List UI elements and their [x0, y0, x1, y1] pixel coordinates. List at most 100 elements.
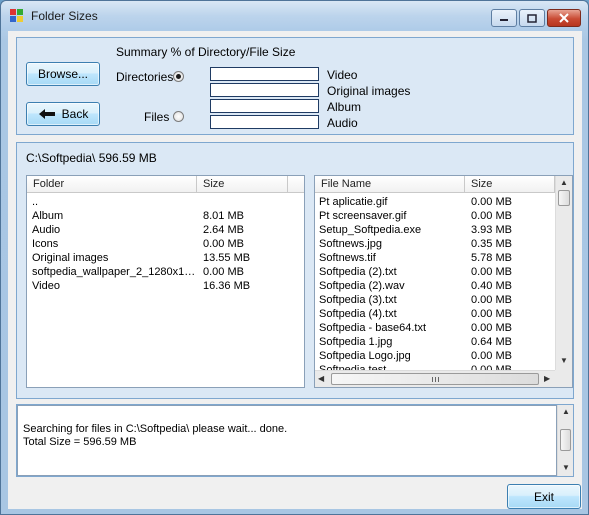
file-list-row[interactable]: Softpedia (4).txt 0.00 MB	[315, 308, 553, 322]
folder-size: 13.55 MB	[203, 252, 251, 264]
folder-size-column-header[interactable]: Size	[197, 176, 288, 193]
file-name: Pt screensaver.gif	[319, 210, 407, 222]
scroll-right-icon[interactable]: ▶	[544, 374, 550, 384]
scroll-left-icon[interactable]: ◀	[318, 374, 324, 384]
close-icon	[559, 13, 569, 23]
scroll-up-icon[interactable]: ▲	[560, 178, 568, 188]
log-textarea[interactable]: Searching for files in C:\Softpedia\ ple…	[17, 405, 557, 476]
folder-size: 0.00 MB	[203, 238, 244, 250]
app-window: Folder Sizes Browse... Back Summary % of…	[0, 0, 589, 515]
file-name-column-header[interactable]: File Name	[315, 176, 465, 193]
folder-name: Original images	[32, 252, 109, 264]
folder-list-row[interactable]: ..	[27, 196, 302, 210]
arrow-left-icon	[38, 109, 55, 119]
file-name: Softnews.tif	[319, 252, 376, 264]
log-scroll-up-icon[interactable]: ▲	[562, 407, 570, 417]
log-panel: Searching for files in C:\Softpedia\ ple…	[16, 404, 574, 477]
window-title: Folder Sizes	[31, 9, 98, 23]
title-bar[interactable]: Folder Sizes	[1, 1, 588, 31]
file-size-column-header[interactable]: Size	[465, 176, 555, 193]
maximize-button[interactable]	[519, 9, 545, 27]
file-size: 0.00 MB	[471, 308, 512, 320]
file-size: 0.00 MB	[471, 210, 512, 222]
file-size: 0.40 MB	[471, 280, 512, 292]
file-list-row[interactable]: Softpedia (2).txt 0.00 MB	[315, 266, 553, 280]
log-scroll-down-icon[interactable]: ▼	[562, 463, 570, 473]
folder-size: 0.00 MB	[203, 266, 244, 278]
file-list-row[interactable]: Softpedia 1.jpg 0.64 MB	[315, 336, 553, 350]
app-cube-icon	[10, 9, 23, 22]
file-list[interactable]: File Name Size Pt aplicatie.gif 0.00 MB Pt…	[314, 175, 573, 388]
close-button[interactable]	[547, 9, 581, 27]
file-size: 5.78 MB	[471, 252, 512, 264]
summary-bar-audio	[210, 115, 319, 129]
file-list-row[interactable]: Pt screensaver.gif 0.00 MB	[315, 210, 553, 224]
folder-list-row[interactable]: softpedia_wallpaper_2_1280x1… 0.00 MB	[27, 266, 302, 280]
files-radio[interactable]	[173, 111, 184, 122]
folder-name: Icons	[32, 238, 59, 250]
file-list-horizontal-scrollbar[interactable]: ◀ ▶	[315, 370, 555, 387]
bar-label-audio: Audio	[327, 116, 358, 130]
file-size: 0.00 MB	[471, 294, 512, 306]
file-size: 3.93 MB	[471, 224, 512, 236]
folder-name: Album	[32, 210, 64, 222]
file-size: 0.00 MB	[471, 350, 512, 362]
folder-name: softpedia_wallpaper_2_1280x1…	[32, 266, 196, 278]
file-list-row[interactable]: Softpedia Logo.jpg 0.00 MB	[315, 350, 553, 364]
file-size: 0.00 MB	[471, 266, 512, 278]
exit-button[interactable]: Exit	[507, 484, 581, 509]
back-button-label: Back	[61, 107, 89, 121]
horizontal-scroll-thumb[interactable]	[331, 373, 539, 385]
maximize-icon	[527, 13, 537, 23]
file-list-row[interactable]: Softnews.jpg 0.35 MB	[315, 238, 553, 252]
file-name: Softpedia - base64.txt	[319, 322, 427, 334]
file-list-row[interactable]: Softpedia (2).wav 0.40 MB	[315, 280, 553, 294]
folder-list-row[interactable]: Album 8.01 MB	[27, 210, 302, 224]
file-name: Softpedia (3).txt	[319, 294, 397, 306]
log-line-2: Total Size = 596.59 MB	[23, 436, 137, 448]
file-list-row[interactable]: Softnews.tif 5.78 MB	[315, 252, 553, 266]
log-vertical-scrollbar[interactable]: ▲ ▼	[557, 405, 573, 476]
file-name: Softpedia (2).wav	[319, 280, 405, 292]
back-button[interactable]: Back	[26, 102, 100, 126]
summary-panel: Browse... Back Summary % of Directory/Fi…	[16, 37, 574, 135]
vertical-scroll-thumb[interactable]	[558, 190, 570, 206]
summary-bar-original-images	[210, 83, 319, 97]
folder-list-row[interactable]: Icons 0.00 MB	[27, 238, 302, 252]
minimize-button[interactable]	[491, 9, 517, 27]
scroll-down-icon[interactable]: ▼	[560, 356, 568, 366]
folder-list-row[interactable]: Original images 13.55 MB	[27, 252, 302, 266]
current-path: C:\Softpedia\ 596.59 MB	[26, 151, 157, 165]
folder-name: Video	[32, 280, 60, 292]
file-list-row[interactable]: Softpedia (3).txt 0.00 MB	[315, 294, 553, 308]
folder-list-header: Folder Size	[27, 176, 304, 193]
folder-size: 2.64 MB	[203, 224, 244, 236]
file-size: 0.00 MB	[471, 196, 512, 208]
file-name: Setup_Softpedia.exe	[319, 224, 422, 236]
summary-heading: Summary % of Directory/File Size	[116, 45, 296, 59]
browse-button[interactable]: Browse...	[26, 62, 100, 86]
file-list-row[interactable]: Softpedia - base64.txt 0.00 MB	[315, 322, 553, 336]
bar-label-video: Video	[327, 68, 358, 82]
folder-size: 8.01 MB	[203, 210, 244, 222]
file-name: Softpedia 1.jpg	[319, 336, 393, 348]
folder-list-row[interactable]: Video 16.36 MB	[27, 280, 302, 294]
file-list-row[interactable]: Setup_Softpedia.exe 3.93 MB	[315, 224, 553, 238]
folder-list-row[interactable]: Audio 2.64 MB	[27, 224, 302, 238]
log-scroll-thumb[interactable]	[560, 429, 571, 451]
folder-column-header[interactable]: Folder	[27, 176, 197, 193]
file-name: Softnews.jpg	[319, 238, 382, 250]
summary-bar-video	[210, 67, 319, 81]
files-label: Files	[144, 110, 170, 124]
file-list-vertical-scrollbar[interactable]: ▲ ▼	[555, 176, 572, 370]
directories-radio[interactable]	[173, 71, 184, 82]
folder-name: Audio	[32, 224, 61, 236]
file-list-row[interactable]: Pt aplicatie.gif 0.00 MB	[315, 196, 553, 210]
file-name: Softpedia (2).txt	[319, 266, 397, 278]
folder-name: ..	[32, 196, 39, 208]
bar-label-original-images: Original images	[327, 84, 411, 98]
file-size: 0.64 MB	[471, 336, 512, 348]
window-client-area: Browse... Back Summary % of Directory/Fi…	[8, 31, 582, 509]
minimize-icon	[500, 19, 508, 21]
folder-list[interactable]: Folder Size .. Album 8.01 MB Audio 2.64 MB Ic…	[26, 175, 305, 388]
